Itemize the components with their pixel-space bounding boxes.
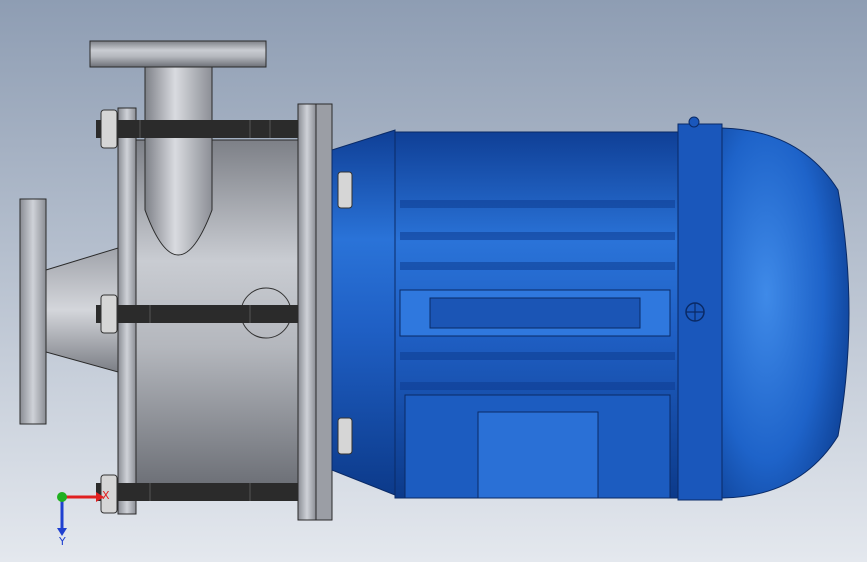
pump-assembly-view: X Y bbox=[0, 0, 867, 562]
z-axis-dot bbox=[57, 492, 67, 502]
y-axis-label: Y bbox=[58, 535, 66, 548]
x-axis-label: X bbox=[102, 489, 110, 502]
motor-body bbox=[331, 116, 850, 501]
cad-viewport[interactable]: X Y bbox=[0, 0, 867, 562]
